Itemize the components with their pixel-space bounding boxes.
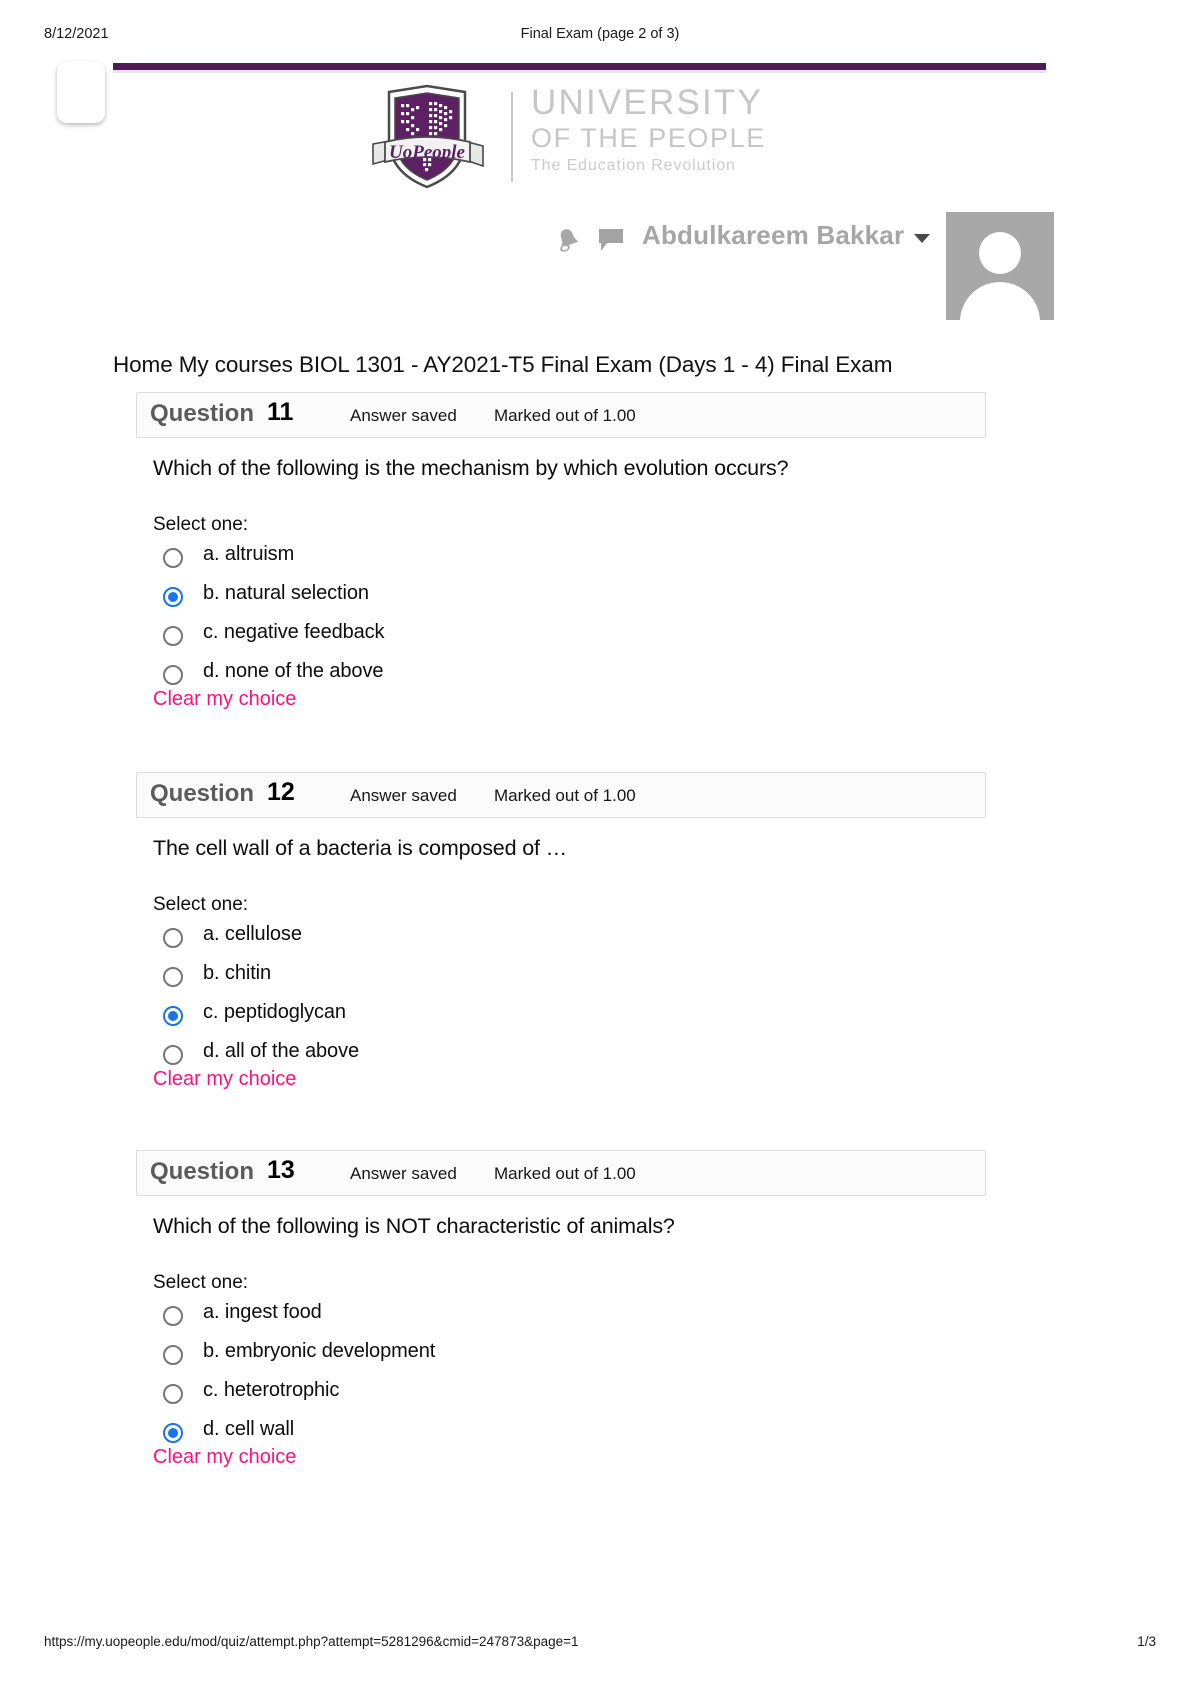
question-block: Question 13 Answer saved Marked out of 1.00… [136,1150,986,1510]
avatar-body [960,282,1040,320]
answer-option-label: c. negative feedback [203,621,385,643]
answer-option-label: b. chitin [203,962,272,984]
question-text: The cell wall of a bacteria is composed … [153,836,568,860]
question-word-label: Question [150,780,255,807]
question-status: Answer saved [350,406,457,425]
radio-button-icon[interactable] [163,548,183,568]
svg-text:UoPeople: UoPeople [389,142,466,163]
answer-option-label: c. peptidoglycan [203,1001,346,1023]
question-status: Answer saved [350,786,457,805]
breadcrumb[interactable]: Home My courses BIOL 1301 - AY2021-T5 Fi… [113,352,892,378]
clear-my-choice-link[interactable]: Clear my choice [153,1068,296,1091]
clear-my-choice-link[interactable]: Clear my choice [153,1446,296,1469]
question-status: Answer saved [350,1164,457,1183]
logo-tagline: The Education Revolution [531,157,736,174]
question-number: 12 [267,778,295,806]
answer-option[interactable]: b. natural selection [153,579,953,618]
print-footer: https://my.uopeople.edu/mod/quiz/attempt… [0,1634,1200,1654]
print-header: 8/12/2021 Final Exam (page 2 of 3) [0,26,1200,46]
answer-option[interactable]: b. chitin [153,959,953,998]
select-one-label: Select one: [153,894,249,915]
answer-option[interactable]: c. peptidoglycan [153,998,953,1037]
print-document-title: Final Exam (page 2 of 3) [520,26,680,42]
question-header: Question 11 Answer saved Marked out of 1.00 [136,392,986,438]
site-logo[interactable]: UoPeople UNIVERSITY OF THE PEOPLE The Ed… [365,84,765,189]
avatar[interactable] [946,212,1054,320]
avatar-head [979,232,1021,274]
answer-option[interactable]: a. cellulose [153,920,953,959]
radio-button-icon[interactable] [163,967,183,987]
radio-button-icon[interactable] [163,928,183,948]
radio-button-icon[interactable] [163,1423,183,1443]
answer-option[interactable]: c. heterotrophic [153,1376,953,1415]
answer-option-label: b. natural selection [203,582,369,604]
question-word-label: Question [150,1158,255,1185]
answer-option-label: d. none of the above [203,660,384,682]
answer-options-list: a. cellulose b. chitin c. peptidoglycan d. … [153,920,953,1076]
answer-option[interactable]: b. embryonic development [153,1337,953,1376]
answer-option-label: a. ingest food [203,1301,322,1323]
brand-accent-bar [113,63,1046,73]
uopeople-shield-logo-icon: UoPeople [365,84,490,189]
question-number: 11 [267,398,294,426]
radio-button-icon[interactable] [163,1006,183,1026]
radio-button-icon[interactable] [163,1384,183,1404]
question-marks: Marked out of 1.00 [494,1164,636,1183]
radio-button-icon[interactable] [163,1045,183,1065]
user-menu-bar: Abdulkareem Bakkar [548,212,1060,320]
question-block: Question 11 Answer saved Marked out of 1.00… [136,392,986,752]
question-number: 13 [267,1156,295,1184]
select-one-label: Select one: [153,514,249,535]
messages-chat-icon[interactable] [598,228,624,252]
question-block: Question 12 Answer saved Marked out of 1.00… [136,772,986,1132]
radio-button-icon[interactable] [163,665,183,685]
question-header: Question 13 Answer saved Marked out of 1.00 [136,1150,986,1196]
question-text: Which of the following is NOT characteri… [153,1214,675,1238]
answer-option[interactable]: c. negative feedback [153,618,953,657]
answer-option[interactable]: a. altruism [153,540,953,579]
logo-wordmark: UNIVERSITY OF THE PEOPLE The Education R… [531,84,771,178]
answer-option-label: d. cell wall [203,1418,295,1440]
radio-button-icon[interactable] [163,1345,183,1365]
logo-divider [511,92,513,182]
user-name-label[interactable]: Abdulkareem Bakkar [642,220,904,251]
print-footer-page-number: 1/3 [1137,1634,1156,1649]
answer-options-list: a. ingest food b. embryonic development c.… [153,1298,953,1454]
answer-option-label: d. all of the above [203,1040,359,1062]
radio-button-icon[interactable] [163,626,183,646]
notifications-bell-icon[interactable] [556,227,580,253]
answer-option-label: b. embryonic development [203,1340,436,1362]
question-text: Which of the following is the mechanism … [153,456,789,480]
answer-options-list: a. altruism b. natural selection c. negati… [153,540,953,696]
print-footer-url: https://my.uopeople.edu/mod/quiz/attempt… [44,1634,579,1649]
printed-quiz-page: 8/12/2021 Final Exam (page 2 of 3) UoPeo… [0,0,1200,1698]
answer-option[interactable]: a. ingest food [153,1298,953,1337]
clear-my-choice-link[interactable]: Clear my choice [153,688,296,711]
answer-option-label: c. heterotrophic [203,1379,340,1401]
chevron-down-icon[interactable] [914,234,930,243]
radio-button-icon[interactable] [163,1306,183,1326]
page-container-corner [57,61,105,123]
answer-option-label: a. cellulose [203,923,302,945]
logo-line-university: UNIVERSITY [531,83,764,122]
logo-line-of-the-people: OF THE PEOPLE [531,123,766,153]
select-one-label: Select one: [153,1272,249,1293]
answer-option-label: a. altruism [203,543,295,565]
question-marks: Marked out of 1.00 [494,786,636,805]
question-marks: Marked out of 1.00 [494,406,636,425]
radio-button-icon[interactable] [163,587,183,607]
question-header: Question 12 Answer saved Marked out of 1.00 [136,772,986,818]
question-word-label: Question [150,400,255,427]
